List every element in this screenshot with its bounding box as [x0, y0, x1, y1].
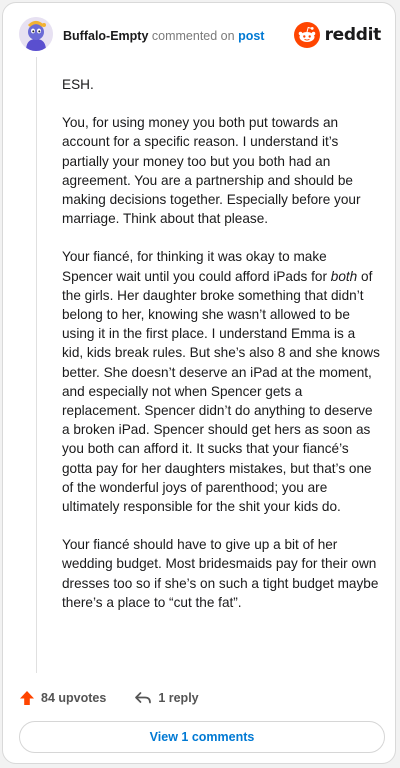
thread-line	[36, 57, 37, 673]
reply-arrow-icon	[135, 692, 152, 704]
comment-header: Buffalo-Empty commented on post reddit	[19, 17, 381, 53]
post-link[interactable]: post	[238, 29, 264, 43]
reddit-logo-icon	[293, 22, 320, 48]
author-username[interactable]: Buffalo-Empty	[63, 29, 148, 43]
comment-paragraph: You, for using money you both put toward…	[62, 115, 361, 227]
comment-card: Buffalo-Empty commented on post reddit E…	[2, 2, 396, 764]
comment-body: ESH. You, for using money you both put t…	[62, 75, 380, 631]
upvote-button[interactable]: 84 upvotes	[19, 690, 106, 706]
comment-actions: 84 upvotes 1 reply	[19, 687, 199, 709]
user-avatar[interactable]	[19, 17, 53, 51]
comment-paragraph: Your fiancé, for thinking it was okay to…	[62, 249, 380, 515]
reply-count: 1 reply	[158, 691, 199, 705]
snoo-avatar-icon	[19, 17, 53, 51]
commented-on-text: commented on	[151, 29, 235, 43]
reddit-brand[interactable]: reddit	[293, 21, 382, 49]
upvote-count: 84 upvotes	[41, 691, 107, 705]
comment-paragraph: ESH.	[62, 77, 94, 92]
comment-meta: Buffalo-Empty commented on post	[63, 29, 264, 43]
view-comments-button[interactable]: View 1 comments	[19, 721, 385, 753]
comment-paragraph: Your fiancé should have to give up a bit…	[62, 537, 379, 610]
brand-wordmark: reddit	[324, 25, 382, 45]
reply-button[interactable]: 1 reply	[134, 690, 199, 706]
upvote-arrow-icon	[20, 691, 34, 705]
